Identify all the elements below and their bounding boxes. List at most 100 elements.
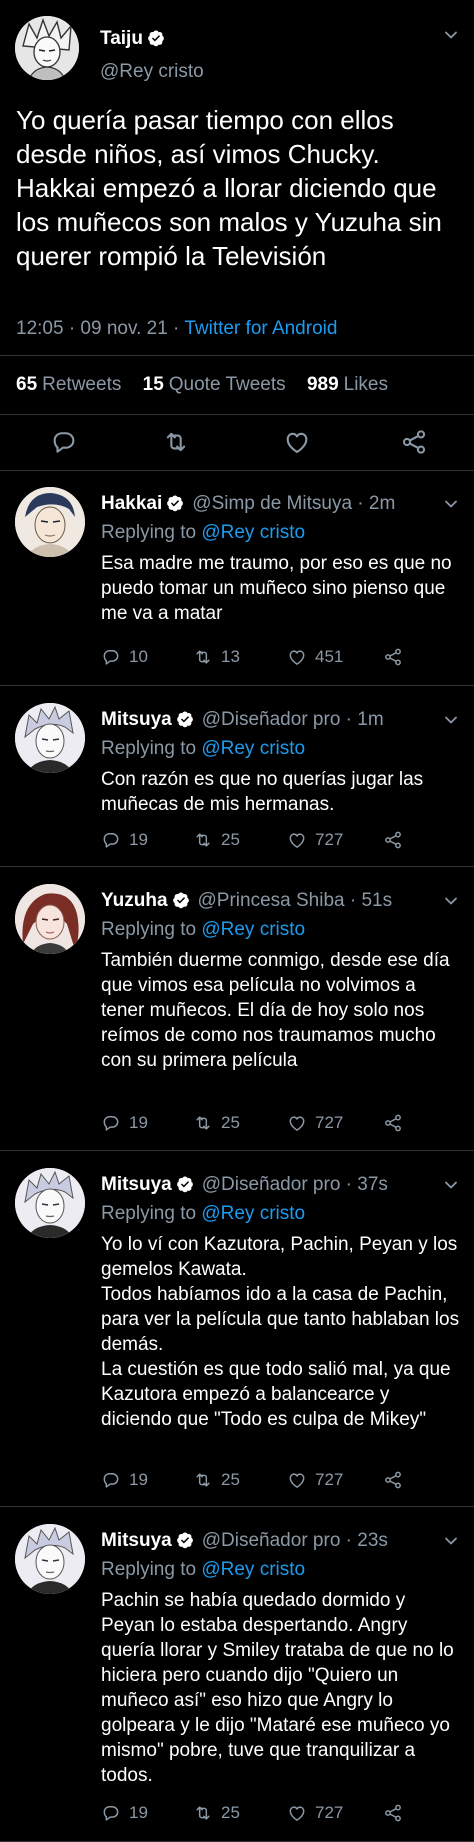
display-name[interactable]: Mitsuya — [101, 1174, 172, 1195]
like-count: 727 — [315, 1470, 344, 1489]
retweet-count: 25 — [221, 830, 240, 849]
reply-icon — [101, 1113, 121, 1133]
likes-count: 989 — [306, 374, 339, 395]
share-button[interactable] — [383, 1470, 411, 1490]
reply-actions: 19 25 727 — [101, 1803, 421, 1827]
main-tweet[interactable]: Taiju @Rey cristo Yo quería pasar tiempo… — [0, 0, 474, 471]
chevron-down-icon[interactable] — [444, 715, 458, 725]
retweet-button[interactable]: 13 — [193, 647, 240, 667]
replying-label: Replying to — [101, 738, 197, 759]
tweet-source-link[interactable]: Twitter for Android — [184, 318, 337, 339]
retweets-count: 65 — [16, 374, 38, 395]
replying-to-link[interactable]: @Rey cristo — [201, 1559, 305, 1580]
retweet-button[interactable]: 25 — [193, 1470, 240, 1490]
retweet-count: 25 — [221, 1113, 240, 1132]
reply-count: 19 — [129, 830, 148, 849]
like-button[interactable]: 727 — [287, 1113, 343, 1133]
reply-text: Pachin se había quedado dormido y Peyan … — [101, 1590, 454, 1786]
chevron-down-icon[interactable] — [444, 896, 458, 906]
replying-to-link[interactable]: @Rey cristo — [201, 1203, 305, 1224]
display-name[interactable]: Mitsuya — [101, 709, 172, 730]
user-handle[interactable]: @Diseñador pro · 37s — [202, 1174, 388, 1195]
reply-header: Mitsuya @Diseñador pro · 37s — [101, 1174, 388, 1196]
reply-tweet[interactable]: Mitsuya @Diseñador pro · 37s Replying to @… — [0, 1152, 474, 1507]
replying-label: Replying to — [101, 1559, 197, 1580]
reply-icon[interactable] — [50, 428, 78, 456]
retweet-icon[interactable] — [162, 428, 190, 456]
likes-label: Likes — [343, 374, 388, 395]
share-icon — [383, 647, 403, 667]
chevron-down-icon[interactable] — [444, 499, 458, 509]
avatar[interactable] — [15, 1168, 85, 1238]
like-button[interactable]: 727 — [287, 830, 343, 850]
share-icon — [383, 1113, 403, 1133]
user-handle[interactable]: @Simp de Mitsuya · 2m — [192, 493, 395, 514]
reply-count: 19 — [129, 1470, 148, 1489]
reply-count: 19 — [129, 1113, 148, 1132]
like-icon[interactable] — [283, 428, 311, 456]
user-handle[interactable]: @Diseñador pro · 1m — [202, 709, 384, 730]
likes-stat[interactable]: 989 Likes — [307, 374, 388, 395]
reply-text: Con razón es que no querías jugar las mu… — [101, 769, 424, 815]
avatar[interactable] — [15, 487, 85, 557]
like-button[interactable]: 451 — [287, 647, 343, 667]
replying-to-link[interactable]: @Rey cristo — [201, 522, 305, 543]
reply-button[interactable]: 19 — [101, 830, 148, 850]
retweet-button[interactable]: 25 — [193, 1113, 240, 1133]
divider — [0, 866, 474, 867]
quotes-count: 15 — [142, 374, 164, 395]
share-button[interactable] — [383, 830, 411, 850]
retweets-stat[interactable]: 65 Retweets — [16, 374, 121, 395]
like-icon — [287, 1113, 307, 1133]
display-name[interactable]: Mitsuya — [101, 1530, 172, 1551]
chevron-down-icon[interactable] — [444, 1180, 458, 1190]
quotes-stat[interactable]: 15 Quote Tweets — [143, 374, 286, 395]
display-name[interactable]: Taiju — [100, 28, 165, 50]
reply-button[interactable]: 19 — [101, 1113, 148, 1133]
share-button[interactable] — [383, 647, 411, 667]
reply-icon — [101, 1803, 121, 1823]
share-icon — [383, 830, 403, 850]
reply-tweet[interactable]: Yuzuha @Princesa Shiba · 51s Replying to @… — [0, 868, 474, 1151]
replying-to: Replying to @Rey cristo — [101, 738, 305, 760]
avatar[interactable] — [15, 884, 85, 954]
share-button[interactable] — [383, 1113, 411, 1133]
reply-tweet[interactable]: Mitsuya @Diseñador pro · 1m Replying to @R… — [0, 687, 474, 867]
tweet-actions — [0, 428, 474, 460]
replying-to-link[interactable]: @Rey cristo — [201, 919, 305, 940]
user-handle[interactable]: @Princesa Shiba · 51s — [198, 890, 393, 911]
replying-label: Replying to — [101, 522, 197, 543]
verified-badge-icon — [176, 710, 194, 728]
tweet-timestamp[interactable]: 12:05 · 09 nov. 21 · — [16, 318, 184, 339]
like-icon — [287, 830, 307, 850]
tweet-stats: 65 Retweets 15 Quote Tweets 989 Likes — [16, 374, 404, 396]
retweet-count: 25 — [221, 1803, 240, 1822]
reply-button[interactable]: 19 — [101, 1803, 148, 1823]
like-button[interactable]: 727 — [287, 1470, 343, 1490]
retweet-button[interactable]: 25 — [193, 1803, 240, 1823]
display-name[interactable]: Yuzuha — [101, 890, 168, 911]
verified-badge-icon — [176, 1175, 194, 1193]
avatar[interactable] — [15, 1524, 85, 1594]
avatar[interactable] — [15, 16, 79, 80]
reply-tweet[interactable]: Hakkai @Simp de Mitsuya · 2m Replying to @… — [0, 471, 474, 686]
share-button[interactable] — [383, 1803, 411, 1823]
reply-button[interactable]: 19 — [101, 1470, 148, 1490]
reply-tweet[interactable]: Mitsuya @Diseñador pro · 23s Replying to @… — [0, 1508, 474, 1842]
chevron-down-icon[interactable] — [444, 1536, 458, 1546]
retweet-button[interactable]: 25 — [193, 830, 240, 850]
avatar[interactable] — [15, 703, 85, 773]
verified-badge-icon — [147, 29, 165, 47]
tweet-meta: 12:05 · 09 nov. 21 · Twitter for Android — [16, 318, 337, 340]
chevron-down-icon[interactable] — [444, 30, 458, 40]
display-name-text[interactable]: Taiju — [100, 28, 143, 49]
replying-to-link[interactable]: @Rey cristo — [201, 738, 305, 759]
user-handle[interactable]: @Diseñador pro · 23s — [202, 1530, 388, 1551]
reply-button[interactable]: 10 — [101, 647, 148, 667]
like-button[interactable]: 727 — [287, 1803, 343, 1823]
share-icon[interactable] — [400, 428, 428, 456]
reply-count: 10 — [129, 647, 148, 666]
display-name[interactable]: Hakkai — [101, 493, 162, 514]
user-handle[interactable]: @Rey cristo — [100, 61, 204, 83]
divider — [0, 414, 474, 415]
